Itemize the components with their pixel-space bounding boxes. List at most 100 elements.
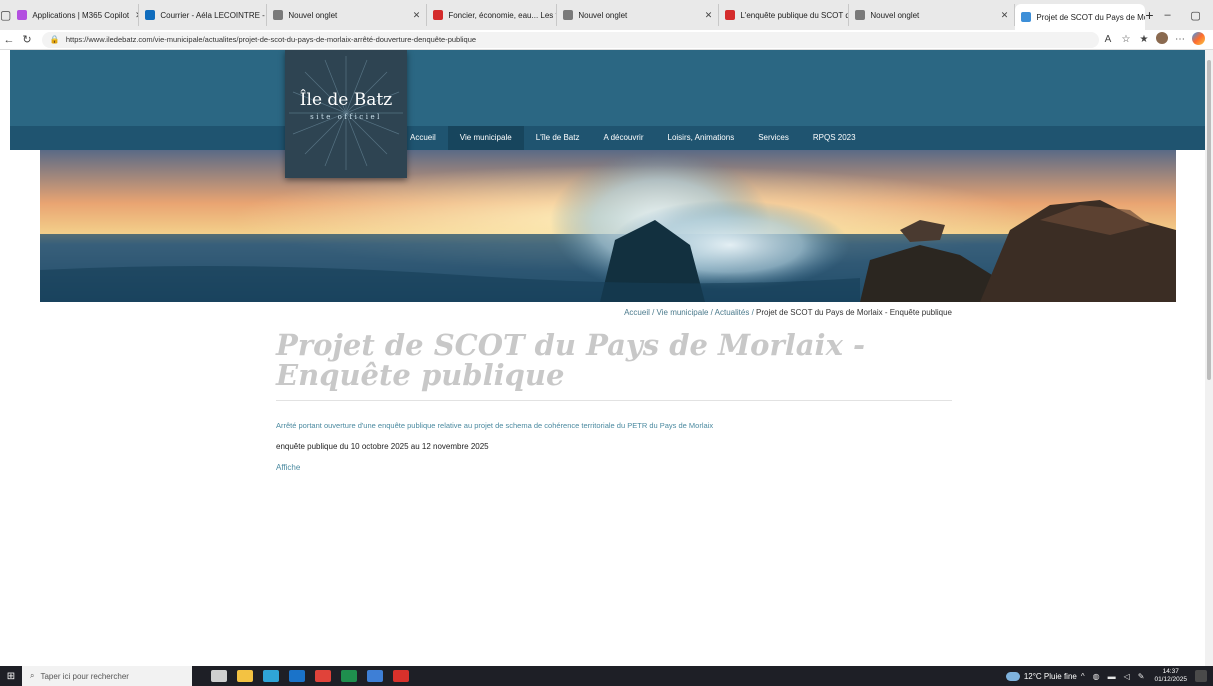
clock[interactable]: 14:37 01/12/2025 — [1154, 668, 1187, 684]
browser-tab[interactable]: Foncier, économie, eau... Les t✕ — [427, 4, 558, 26]
page-scrollbar[interactable] — [1205, 50, 1213, 666]
title-divider — [276, 400, 952, 401]
browser-tab[interactable]: Nouvel onglet ✕ — [267, 4, 428, 26]
breadcrumb-link[interactable]: Vie municipale — [657, 308, 709, 317]
restore-button[interactable]: ▢ — [1182, 9, 1210, 22]
minimize-button[interactable]: – — [1154, 9, 1182, 22]
weather-text[interactable]: 12°C Pluie fine — [1024, 672, 1077, 681]
tab-label: Nouvel onglet — [870, 10, 920, 20]
volume-icon[interactable]: ◁ — [1124, 672, 1130, 681]
tab-close-icon[interactable]: ✕ — [407, 10, 421, 21]
enquete-dates-text: enquête publique du 10 octobre 2025 au 1… — [276, 442, 489, 451]
file-explorer-icon[interactable] — [237, 670, 253, 682]
favorites-icon[interactable]: ★ — [1135, 34, 1153, 45]
browser-tab[interactable]: Nouvel onglet ✕ — [557, 4, 720, 26]
taskbar-search-placeholder: Taper ici pour rechercher — [40, 671, 129, 681]
breadcrumb-link[interactable]: Accueil — [624, 308, 650, 317]
nav-item[interactable]: Loisirs, Animations — [656, 126, 747, 150]
more-menu-icon[interactable]: ⋯ — [1171, 34, 1189, 45]
windows-start-icon[interactable]: ⊞ — [0, 671, 22, 682]
pen-icon[interactable]: ✎ — [1138, 672, 1145, 681]
tab-label: Courrier - Aéla LECOINTRE - C — [160, 10, 268, 20]
app-blue-icon[interactable] — [367, 670, 383, 682]
nav-item[interactable]: Services — [746, 126, 801, 150]
favorite-star-icon[interactable]: ☆ — [1117, 34, 1135, 45]
outlook-icon[interactable] — [289, 670, 305, 682]
nav-item[interactable]: L'île de Batz — [524, 126, 592, 150]
tab-favicon-icon — [725, 10, 736, 20]
show-hidden-icons-icon[interactable]: ^ — [1081, 672, 1085, 681]
browser-tab[interactable]: Nouvel onglet ✕ — [849, 4, 1016, 26]
nav-item[interactable]: Vie municipale — [447, 126, 524, 150]
tab-favicon-icon — [433, 10, 444, 20]
browser-tab[interactable]: Applications | M365 Copilot✕ — [11, 4, 140, 26]
scrollbar-thumb[interactable] — [1207, 60, 1211, 380]
breadcrumb-separator: / — [649, 308, 657, 317]
acrobat-icon[interactable] — [393, 670, 409, 682]
refresh-icon[interactable]: ↻ — [18, 33, 36, 46]
arrete-document-link[interactable]: Arrêté portant ouverture d'une enquête p… — [276, 421, 952, 430]
breadcrumb-current: Projet de SCOT du Pays de Morlaix - Enqu… — [756, 308, 952, 317]
tab-label: Foncier, économie, eau... Les t — [448, 10, 558, 20]
clock-time: 14:37 — [1162, 668, 1179, 675]
nav-item[interactable]: RPQS 2023 — [801, 126, 868, 150]
search-icon: ⌕ — [30, 671, 35, 680]
battery-icon[interactable]: ▬ — [1108, 672, 1116, 681]
system-tray: 12°C Pluie fine ^ ◍ ▬ ◁ ✎ 14:37 01/12/20… — [1005, 668, 1213, 684]
taskbar-apps — [206, 670, 414, 682]
breadcrumb-link[interactable]: Actualités — [715, 308, 750, 317]
browser-tab[interactable]: L'enquête publique du SCOT d✕ — [719, 4, 850, 26]
browser-tab-strip: ▢ Applications | M365 Copilot✕Courrier -… — [0, 0, 1213, 30]
network-icon[interactable]: ◍ — [1093, 672, 1100, 681]
tab-label: Applications | M365 Copilot — [32, 10, 130, 20]
tab-favicon-icon — [145, 10, 156, 20]
header-banner-image — [40, 150, 1176, 302]
main-content: Accueil / Vie municipale / Actualités / … — [276, 308, 952, 472]
lock-icon: 🔒 — [49, 35, 60, 44]
tab-favicon-icon — [17, 10, 28, 20]
window-controls: – ▢ ✕ — [1154, 9, 1213, 22]
profile-avatar[interactable] — [1153, 32, 1171, 47]
browser-tab[interactable]: Courrier - Aéla LECOINTRE - C✕ — [139, 4, 268, 26]
copilot-icon[interactable] — [1189, 31, 1207, 48]
tab-favicon-icon — [1021, 12, 1032, 22]
browser-tab[interactable]: Projet de SCOT du Pays de Mo✕ — [1015, 4, 1146, 30]
logo-subtitle: site officiel — [310, 113, 382, 121]
excel-icon[interactable] — [341, 670, 357, 682]
tab-close-icon[interactable]: ✕ — [699, 10, 713, 21]
weather-cloud-icon — [1005, 671, 1020, 681]
read-aloud-icon[interactable]: A — [1099, 34, 1117, 45]
windows-taskbar: ⊞ ⌕ Taper ici pour rechercher 12°C Pluie… — [0, 666, 1213, 686]
affiche-link[interactable]: Affiche — [276, 463, 952, 472]
chrome-icon[interactable] — [315, 670, 331, 682]
edge-icon[interactable] — [263, 670, 279, 682]
page-title: Projet de SCOT du Pays de Morlaix - Enqu… — [276, 328, 865, 392]
address-bar-row: ← ↻ 🔒 https://www.iledebatz.com/vie-muni… — [0, 30, 1213, 50]
wave-rocks-image — [40, 150, 1176, 302]
page-viewport: Accueil Vie municipale L'île de Batz A déco… — [0, 50, 1213, 666]
tab-favicon-icon — [855, 10, 866, 20]
tab-actions-icon[interactable]: ▢ — [0, 0, 11, 30]
notifications-icon[interactable] — [1195, 670, 1207, 682]
breadcrumb: Accueil / Vie municipale / Actualités / … — [276, 308, 952, 322]
tab-label: Projet de SCOT du Pays de Mo — [1036, 12, 1146, 22]
logo-title: Île de Batz — [299, 90, 393, 110]
tab-favicon-icon — [273, 10, 284, 20]
taskbar-search-box[interactable]: ⌕ Taper ici pour rechercher — [22, 666, 192, 686]
close-window-button[interactable]: ✕ — [1210, 9, 1213, 22]
site-logo[interactable]: Île de Batz site officiel — [285, 50, 407, 178]
main-navigation: Accueil Vie municipale L'île de Batz A déco… — [10, 126, 1205, 150]
tab-label: Nouvel onglet — [288, 10, 338, 20]
new-tab-button[interactable]: + — [1145, 7, 1153, 23]
clock-date: 01/12/2025 — [1154, 676, 1187, 683]
back-arrow-icon[interactable]: ← — [0, 34, 18, 46]
url-text: https://www.iledebatz.com/vie-municipale… — [65, 35, 477, 44]
tab-favicon-icon — [563, 10, 574, 20]
tab-label: L'enquête publique du SCOT d — [740, 10, 850, 20]
tab-label: Nouvel onglet — [578, 10, 628, 20]
tab-close-icon[interactable]: ✕ — [129, 10, 138, 21]
task-view-icon[interactable] — [211, 670, 227, 682]
url-field[interactable]: 🔒 https://www.iledebatz.com/vie-municipa… — [41, 31, 1099, 48]
nav-item[interactable]: A découvrir — [591, 126, 655, 150]
tab-close-icon[interactable]: ✕ — [995, 10, 1009, 21]
